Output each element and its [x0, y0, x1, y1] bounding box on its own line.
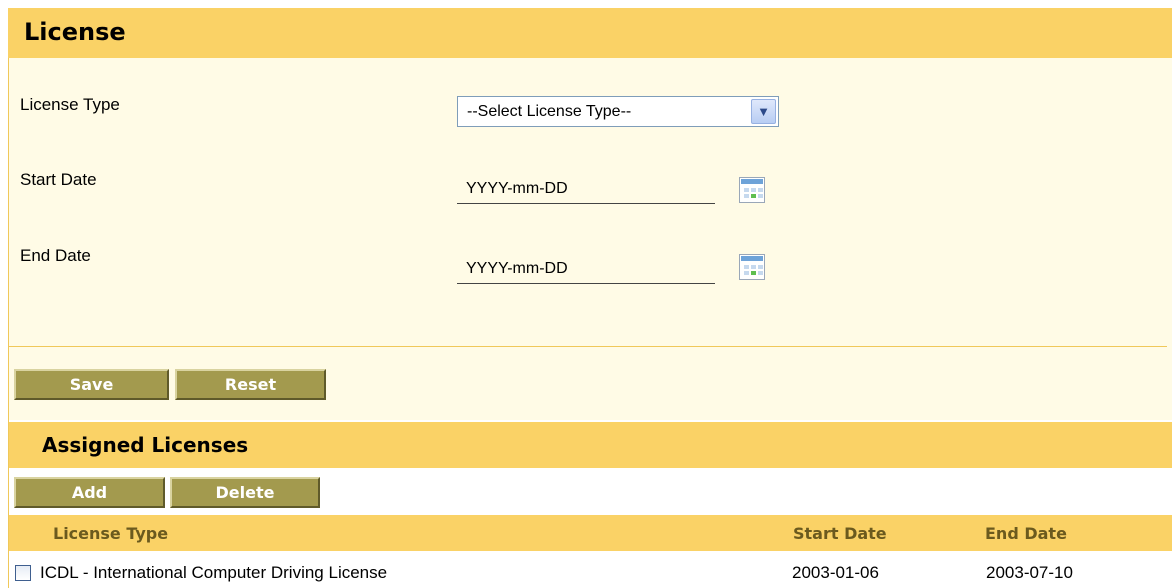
form-divider	[9, 346, 1167, 347]
save-button[interactable]: Save	[14, 369, 169, 400]
column-start-date[interactable]: Start Date	[793, 524, 887, 543]
end-date-calendar-icon[interactable]	[739, 254, 765, 280]
end-date-label: End Date	[20, 246, 91, 265]
license-type-selected-value: --Select License Type--	[467, 103, 632, 120]
licenses-table-header: License Type Start Date End Date	[9, 515, 1172, 551]
assigned-licenses-title: Assigned Licenses	[42, 433, 249, 457]
row-end-date: 2003-07-10	[986, 563, 1073, 582]
end-date-value: YYYY-mm-DD	[466, 260, 568, 277]
page-title: License	[24, 18, 126, 46]
license-type-select[interactable]: --Select License Type-- ▼	[457, 96, 779, 127]
add-button[interactable]: Add	[14, 477, 165, 508]
start-date-value: YYYY-mm-DD	[466, 180, 568, 197]
start-date-field[interactable]: YYYY-mm-DD	[457, 172, 715, 204]
assigned-licenses-header: Assigned Licenses	[9, 422, 1172, 468]
column-end-date[interactable]: End Date	[985, 524, 1067, 543]
row-checkbox[interactable]	[15, 565, 31, 581]
row-license-type: ICDL - International Computer Driving Li…	[40, 563, 388, 582]
end-date-field[interactable]: YYYY-mm-DD	[457, 252, 715, 284]
table-row[interactable]: ICDL - International Computer Driving Li…	[9, 555, 1172, 588]
chevron-down-icon[interactable]: ▼	[751, 99, 776, 124]
license-type-label: License Type	[20, 95, 120, 114]
start-date-label: Start Date	[20, 170, 97, 189]
row-start-date: 2003-01-06	[792, 563, 879, 582]
delete-button[interactable]: Delete	[170, 477, 320, 508]
start-date-calendar-icon[interactable]	[739, 177, 765, 203]
reset-button[interactable]: Reset	[175, 369, 326, 400]
column-license-type[interactable]: License Type	[53, 524, 168, 543]
page-header: License	[8, 8, 1172, 58]
